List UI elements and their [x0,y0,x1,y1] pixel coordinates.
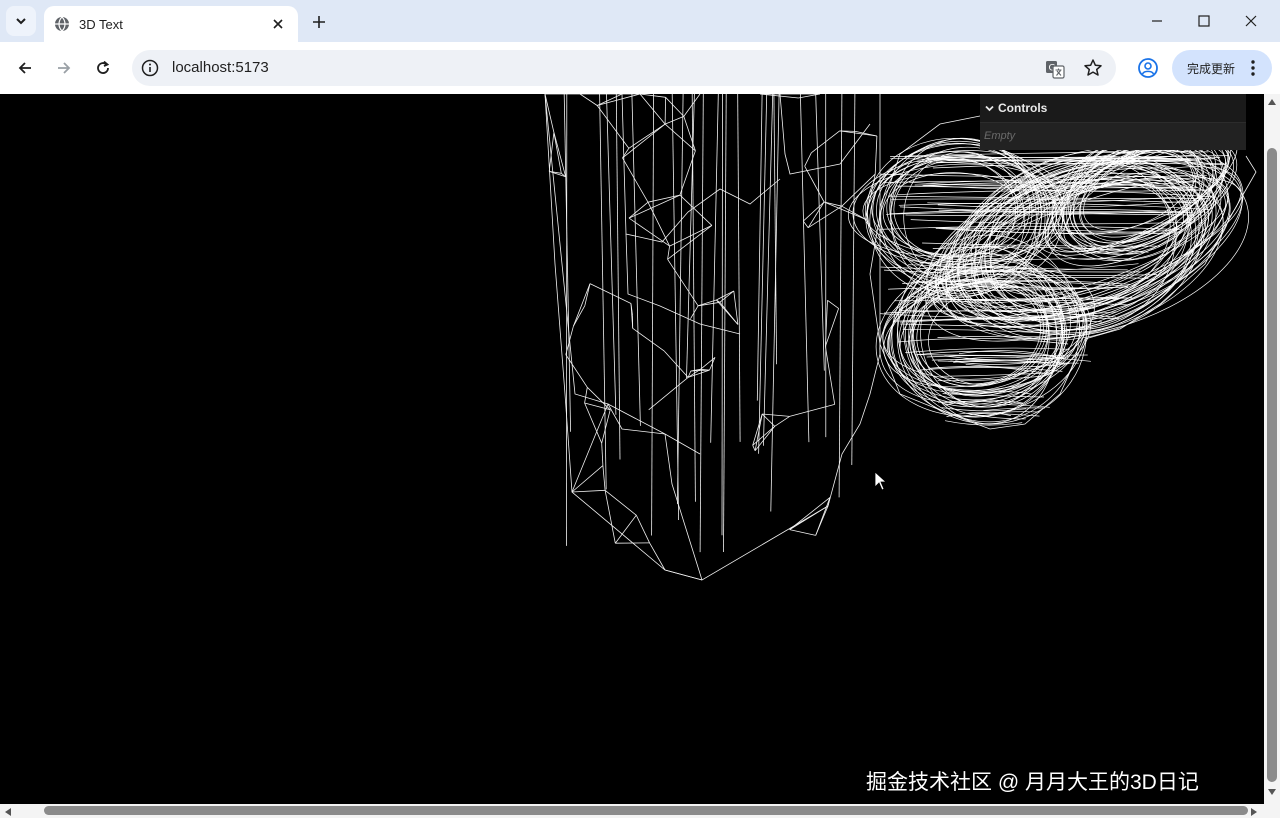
vertical-scroll-thumb[interactable] [1267,148,1277,782]
browser-toolbar: localhost:5173 G 完成更新 [0,42,1280,94]
wireframe-3d-text [544,94,1257,581]
bookmark-star-icon[interactable] [1082,57,1104,79]
horizontal-scrollbar[interactable] [0,804,1264,818]
translate-icon[interactable]: G [1044,58,1066,80]
browser-tab[interactable]: 3D Text [44,6,298,42]
chevron-down-icon [16,18,26,25]
minimize-icon [1152,20,1162,22]
more-menu-icon[interactable] [1246,60,1260,76]
arrow-right-icon [58,62,71,74]
update-button-label: 完成更新 [1187,61,1236,76]
address-bar[interactable]: localhost:5173 G [132,50,1116,86]
controls-panel-title: Controls [998,101,1048,115]
scroll-down-arrow-icon[interactable] [1267,788,1277,796]
profile-icon [1138,58,1158,78]
forward-button[interactable] [50,54,78,82]
site-info-icon[interactable] [140,58,160,78]
close-window-button[interactable] [1228,6,1274,36]
chevron-down-icon [985,104,994,113]
watermark: 掘金技术社区 @ 月月大王的3D日记 [866,771,1199,794]
close-icon [1245,15,1257,27]
profile-button[interactable] [1134,54,1162,82]
arrow-left-icon [18,62,31,74]
close-tab-icon[interactable] [268,14,288,34]
reload-button[interactable] [89,54,117,82]
plus-icon [313,16,325,28]
new-tab-button[interactable] [306,9,332,35]
tab-title: 3D Text [79,16,123,32]
scrollbar-corner [1264,804,1280,818]
mouse-cursor [874,471,888,491]
globe-icon [54,16,70,32]
controls-empty-label: Empty [980,123,1246,150]
controls-panel-header[interactable]: Controls [980,94,1246,123]
vertical-scrollbar[interactable] [1264,94,1280,804]
reload-icon [97,60,110,74]
minimize-button[interactable] [1134,6,1180,36]
maximize-icon [1198,15,1210,27]
horizontal-scroll-thumb[interactable] [44,806,1248,815]
webgl-canvas[interactable]: Controls Empty 掘金技术社区 @ 月月大王的3D日记 [0,94,1264,804]
address-text: localhost:5173 [172,59,269,76]
maximize-button[interactable] [1181,6,1227,36]
tab-strip: 3D Text [0,0,1280,42]
scroll-up-arrow-icon[interactable] [1267,98,1277,106]
back-button[interactable] [11,54,39,82]
controls-panel[interactable]: Controls Empty [980,94,1246,150]
update-button[interactable]: 完成更新 [1172,50,1272,86]
scroll-left-arrow-icon[interactable] [4,807,12,817]
scroll-right-arrow-icon[interactable] [1250,807,1258,817]
tab-search-button[interactable] [6,6,36,36]
